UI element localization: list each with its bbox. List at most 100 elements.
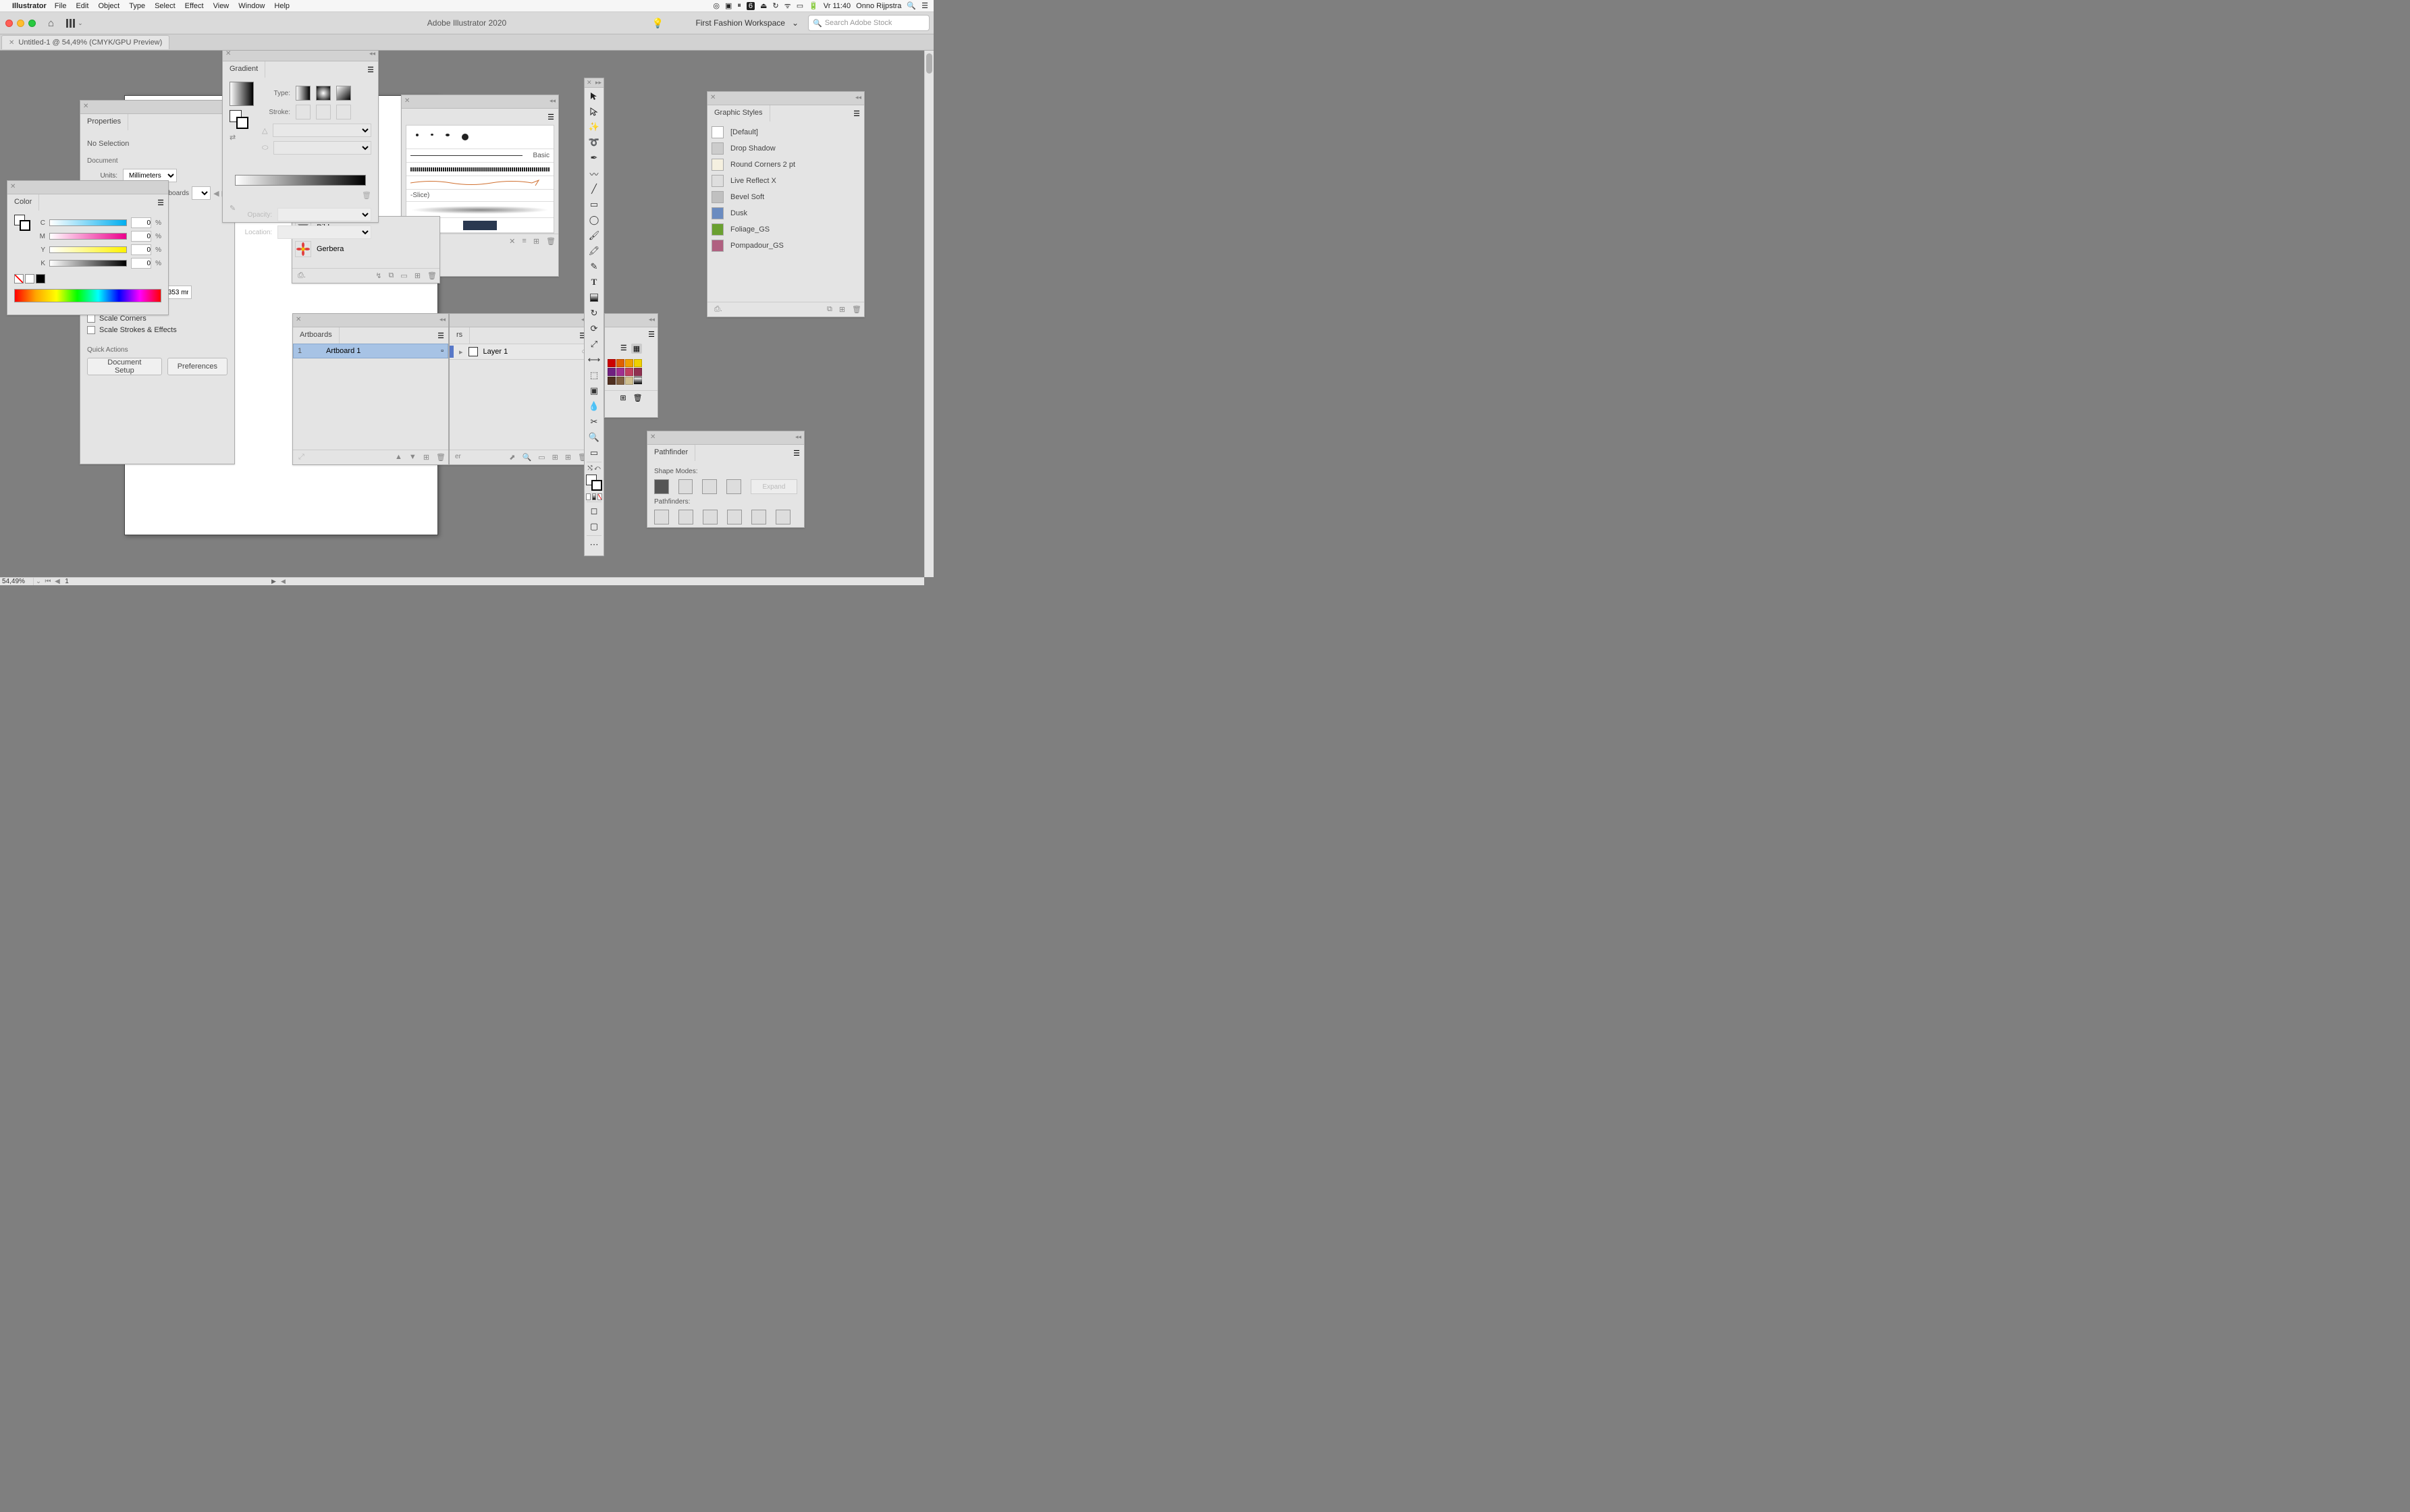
delete-style-icon[interactable]: 🗑 bbox=[852, 305, 861, 314]
scale-strokes-checkbox[interactable] bbox=[87, 326, 95, 334]
divide-button[interactable] bbox=[654, 510, 669, 524]
exclude-button[interactable] bbox=[726, 479, 741, 494]
user-name[interactable]: Onno Rijpstra bbox=[856, 2, 901, 10]
close-icon[interactable]: ✕ bbox=[650, 433, 655, 441]
brush-slice[interactable]: -Slice) bbox=[406, 190, 554, 202]
magenta-slider[interactable] bbox=[49, 233, 127, 240]
delete-symbol-icon[interactable]: 🗑 bbox=[427, 271, 437, 280]
panel-menu-icon[interactable]: ☰ bbox=[363, 61, 378, 78]
graphic-style-row[interactable]: Bevel Soft bbox=[707, 189, 864, 205]
collapse-icon[interactable]: ◂◂ bbox=[439, 316, 446, 323]
black-input[interactable] bbox=[131, 258, 151, 269]
none-swatch[interactable] bbox=[14, 274, 24, 284]
pen-tool[interactable]: ✒ bbox=[585, 151, 604, 165]
graphic-style-row[interactable]: Pompadour_GS bbox=[707, 238, 864, 254]
place-symbol-icon[interactable]: ↯ bbox=[375, 271, 381, 280]
gradient-fill-stroke[interactable] bbox=[230, 110, 248, 129]
new-style-icon[interactable]: ⊞ bbox=[839, 305, 845, 314]
menu-select[interactable]: Select bbox=[155, 2, 176, 10]
white-swatch[interactable] bbox=[25, 274, 34, 284]
symbol-options-icon[interactable]: ▭ bbox=[400, 271, 407, 280]
eyedropper-icon[interactable]: ✎ bbox=[230, 204, 236, 243]
color-tab[interactable]: Color bbox=[7, 194, 39, 211]
remove-stroke-icon[interactable]: ✕ bbox=[509, 237, 515, 246]
scale-corners-checkbox[interactable] bbox=[87, 315, 95, 323]
brush-charcoal[interactable] bbox=[406, 163, 554, 176]
brush-calligraphic[interactable] bbox=[406, 126, 554, 149]
edit-toolbar-button[interactable]: ⋯ bbox=[585, 537, 604, 552]
zoom-dropdown-icon[interactable]: ⌄ bbox=[34, 578, 43, 585]
close-tab-icon[interactable]: ✕ bbox=[9, 39, 14, 47]
menu-effect[interactable]: Effect bbox=[185, 2, 204, 10]
hand-tool[interactable]: ▭ bbox=[585, 446, 604, 460]
close-icon[interactable]: ✕ bbox=[83, 103, 88, 110]
black-slider[interactable] bbox=[49, 260, 127, 267]
vertical-scrollbar[interactable] bbox=[924, 51, 934, 577]
artboard-options-icon[interactable]: ▫ bbox=[441, 347, 444, 355]
crop-button[interactable] bbox=[727, 510, 742, 524]
search-icon[interactable]: 🔍 bbox=[907, 1, 916, 10]
type-tool[interactable]: T bbox=[585, 275, 604, 290]
brush-scribble[interactable] bbox=[406, 176, 554, 190]
artboard-number[interactable]: 1 bbox=[62, 578, 72, 585]
yellow-input[interactable] bbox=[131, 244, 151, 255]
magic-wand-tool[interactable]: ✨ bbox=[585, 119, 604, 134]
collapse-icon[interactable]: ◂◂ bbox=[550, 97, 556, 105]
aspect-select[interactable] bbox=[273, 141, 371, 155]
prev-artboard-icon[interactable]: ◀ bbox=[53, 578, 62, 585]
collapse-icon[interactable]: ▸▸ bbox=[595, 79, 601, 86]
menu-edit[interactable]: Edit bbox=[76, 2, 88, 10]
fill-stroke-control[interactable] bbox=[586, 475, 602, 491]
panel-menu-icon[interactable]: ☰ bbox=[789, 445, 804, 461]
draw-mode-button[interactable]: ◻ bbox=[585, 504, 604, 518]
scroll-left2-icon[interactable]: ◀ bbox=[281, 578, 286, 585]
gradient-preview[interactable] bbox=[230, 82, 254, 106]
symbol-libraries-icon[interactable]: ⎙. bbox=[298, 271, 306, 280]
document-tab[interactable]: ✕ Untitled-1 @ 54,49% (CMYK/GPU Preview) bbox=[1, 35, 169, 49]
graphic-style-row[interactable]: Foliage_GS bbox=[707, 221, 864, 238]
new-swatch-icon[interactable]: ⊞ bbox=[620, 394, 626, 402]
blob-brush-tool[interactable]: 🖍 bbox=[585, 244, 604, 259]
preferences-button[interactable]: Preferences bbox=[167, 358, 227, 375]
scale-tool[interactable]: ⤢ bbox=[585, 337, 604, 352]
magenta-input[interactable] bbox=[131, 231, 151, 242]
menu-window[interactable]: Window bbox=[238, 2, 265, 10]
close-icon[interactable]: ✕ bbox=[404, 97, 410, 105]
graphic-style-row[interactable]: Live Reflect X bbox=[707, 173, 864, 189]
reverse-gradient-icon[interactable]: ⇄ bbox=[230, 133, 236, 142]
width-tool[interactable]: ⟷ bbox=[585, 352, 604, 367]
yellow-slider[interactable] bbox=[49, 246, 127, 253]
grid-view-icon[interactable]: ▦ bbox=[631, 344, 642, 354]
reflect-tool[interactable]: ⟳ bbox=[585, 321, 604, 336]
new-brush-icon[interactable]: ⊞ bbox=[533, 237, 539, 246]
new-artboard-icon[interactable]: ⊞ bbox=[423, 453, 429, 462]
zoom-level[interactable]: 54,49% bbox=[0, 578, 34, 585]
delete-stop-icon[interactable]: 🗑 bbox=[362, 191, 371, 200]
line-tool[interactable]: ╱ bbox=[585, 182, 604, 196]
stroke-along-button[interactable] bbox=[316, 105, 331, 119]
arrange-documents[interactable]: ⌄ bbox=[66, 19, 83, 28]
trim-button[interactable] bbox=[678, 510, 693, 524]
minus-front-button[interactable] bbox=[678, 479, 693, 494]
graphic-style-row[interactable]: Round Corners 2 pt bbox=[707, 157, 864, 173]
zoom-tool[interactable]: 🔍 bbox=[585, 430, 604, 445]
shape-builder-tool[interactable]: ⬚ bbox=[585, 368, 604, 383]
black-swatch[interactable] bbox=[36, 274, 45, 284]
toggle-fill-stroke[interactable]: ⤭ ↶ bbox=[585, 464, 604, 472]
move-down-icon[interactable]: ▼ bbox=[409, 453, 417, 462]
unite-button[interactable] bbox=[654, 479, 669, 494]
rotate-tool[interactable]: ↻ bbox=[585, 306, 604, 321]
close-icon[interactable]: ✕ bbox=[296, 316, 301, 323]
layers-tab[interactable]: rs bbox=[450, 327, 470, 344]
workspace-dropdown[interactable]: First Fashion Workspace ⌄ bbox=[695, 18, 799, 28]
graphic-style-row[interactable]: Dusk bbox=[707, 205, 864, 221]
properties-tab[interactable]: Properties bbox=[80, 114, 128, 130]
paintbrush-tool[interactable]: 🖌 bbox=[585, 228, 604, 243]
expand-layer-icon[interactable]: ▸ bbox=[459, 348, 463, 356]
direct-selection-tool[interactable] bbox=[585, 104, 604, 119]
close-icon[interactable]: ✕ bbox=[225, 50, 231, 57]
curvature-tool[interactable]: 〰 bbox=[585, 166, 604, 181]
new-sublayer-icon[interactable]: ⊞ bbox=[552, 453, 558, 462]
scissors-tool[interactable]: ✂ bbox=[585, 414, 604, 429]
collapse-icon[interactable]: ◂◂ bbox=[649, 316, 655, 323]
